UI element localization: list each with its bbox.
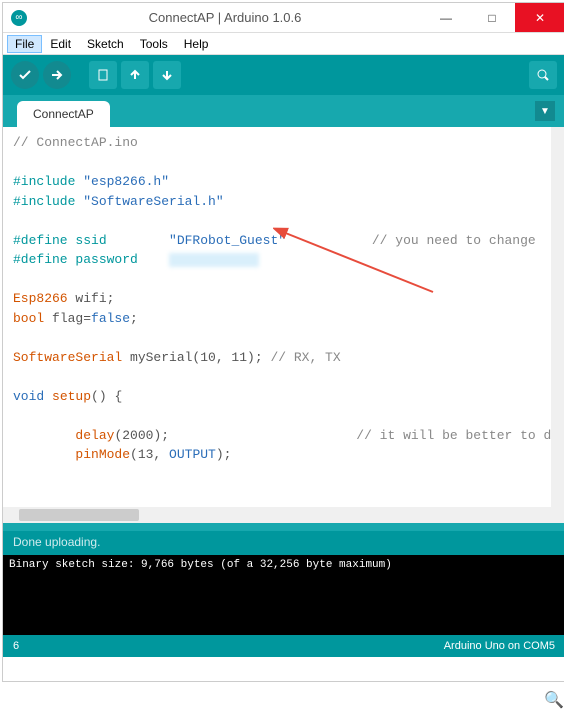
code-editor[interactable]: // ConnectAP.ino #include "esp8266.h" #i… bbox=[3, 127, 564, 507]
window-title: ConnectAP | Arduino 1.0.6 bbox=[27, 10, 423, 25]
arduino-logo-icon bbox=[11, 10, 27, 26]
save-button[interactable] bbox=[153, 61, 181, 89]
magnifier-icon bbox=[536, 68, 550, 82]
code-constant: OUTPUT bbox=[169, 447, 216, 462]
code-text: ); bbox=[216, 447, 232, 462]
code-define: #define ssid bbox=[13, 233, 169, 248]
code-text bbox=[44, 389, 52, 404]
menu-tools[interactable]: Tools bbox=[132, 35, 176, 53]
open-button[interactable] bbox=[121, 61, 149, 89]
vertical-scrollbar[interactable] bbox=[553, 129, 563, 169]
code-type: bool bbox=[13, 311, 44, 326]
code-comment: // it will be better to delay bbox=[169, 428, 564, 443]
menu-file[interactable]: File bbox=[7, 35, 42, 53]
window-controls: — □ ✕ bbox=[423, 3, 564, 32]
code-include: #include bbox=[13, 174, 83, 189]
serial-monitor-button[interactable] bbox=[529, 61, 557, 89]
upload-status: Done uploading. bbox=[3, 531, 564, 555]
code-function: setup bbox=[52, 389, 91, 404]
code-comment: // you need to change bbox=[286, 233, 536, 248]
file-icon bbox=[96, 68, 110, 82]
menu-help[interactable]: Help bbox=[176, 35, 217, 53]
menubar: File Edit Sketch Tools Help bbox=[3, 33, 564, 55]
code-function: pinMode bbox=[75, 447, 130, 462]
code-comment: // ConnectAP.ino bbox=[13, 135, 138, 150]
console-output[interactable]: Binary sketch size: 9,766 bytes (of a 32… bbox=[3, 555, 564, 635]
code-string: "DFRobot_Guest" bbox=[169, 233, 286, 248]
code-text: mySerial(10, 11); bbox=[122, 350, 270, 365]
arduino-window: ConnectAP | Arduino 1.0.6 — □ ✕ File Edi… bbox=[2, 2, 564, 682]
code-comment: // RX, TX bbox=[270, 350, 340, 365]
code-keyword: false bbox=[91, 311, 130, 326]
minimize-button[interactable]: — bbox=[423, 3, 469, 32]
code-type: Esp8266 bbox=[13, 291, 68, 306]
code-string: "SoftwareSerial.h" bbox=[83, 194, 223, 209]
verify-button[interactable] bbox=[11, 61, 39, 89]
code-define: #define password bbox=[13, 252, 169, 267]
code-function: delay bbox=[75, 428, 114, 443]
code-type: SoftwareSerial bbox=[13, 350, 122, 365]
password-blurred bbox=[169, 253, 259, 267]
code-text: (13, bbox=[130, 447, 169, 462]
code-text: wifi; bbox=[68, 291, 115, 306]
code-string: "esp8266.h" bbox=[83, 174, 169, 189]
tab-connectap[interactable]: ConnectAP bbox=[17, 101, 110, 127]
new-button[interactable] bbox=[89, 61, 117, 89]
arrow-right-icon bbox=[50, 68, 64, 82]
separator bbox=[3, 523, 564, 531]
statusbar: 6 Arduino Uno on COM5 bbox=[3, 635, 564, 657]
upload-button[interactable] bbox=[43, 61, 71, 89]
board-info: Arduino Uno on COM5 bbox=[444, 640, 555, 652]
code-text: flag= bbox=[44, 311, 91, 326]
maximize-button[interactable]: □ bbox=[469, 3, 515, 32]
menu-edit[interactable]: Edit bbox=[42, 35, 79, 53]
code-keyword: void bbox=[13, 389, 44, 404]
horizontal-scrollbar[interactable] bbox=[3, 507, 564, 523]
arrow-up-icon bbox=[128, 68, 142, 82]
hscroll-thumb[interactable] bbox=[19, 509, 139, 521]
toolbar bbox=[3, 55, 564, 95]
close-button[interactable]: ✕ bbox=[515, 3, 564, 32]
code-text: (2000); bbox=[114, 428, 169, 443]
check-icon bbox=[18, 68, 32, 82]
code-text bbox=[13, 428, 75, 443]
zoom-icon[interactable]: 🔍 bbox=[544, 690, 564, 710]
code-text: ; bbox=[130, 311, 138, 326]
menu-sketch[interactable]: Sketch bbox=[79, 35, 132, 53]
code-text: () { bbox=[91, 389, 122, 404]
tab-menu-button[interactable]: ▼ bbox=[535, 101, 555, 121]
console-line: Binary sketch size: 9,766 bytes (of a 32… bbox=[9, 559, 559, 571]
tabbar: ConnectAP ▼ bbox=[3, 95, 564, 127]
arrow-down-icon bbox=[160, 68, 174, 82]
titlebar: ConnectAP | Arduino 1.0.6 — □ ✕ bbox=[3, 3, 564, 33]
line-number: 6 bbox=[13, 640, 19, 652]
code-include: #include bbox=[13, 194, 83, 209]
code-text bbox=[13, 447, 75, 462]
